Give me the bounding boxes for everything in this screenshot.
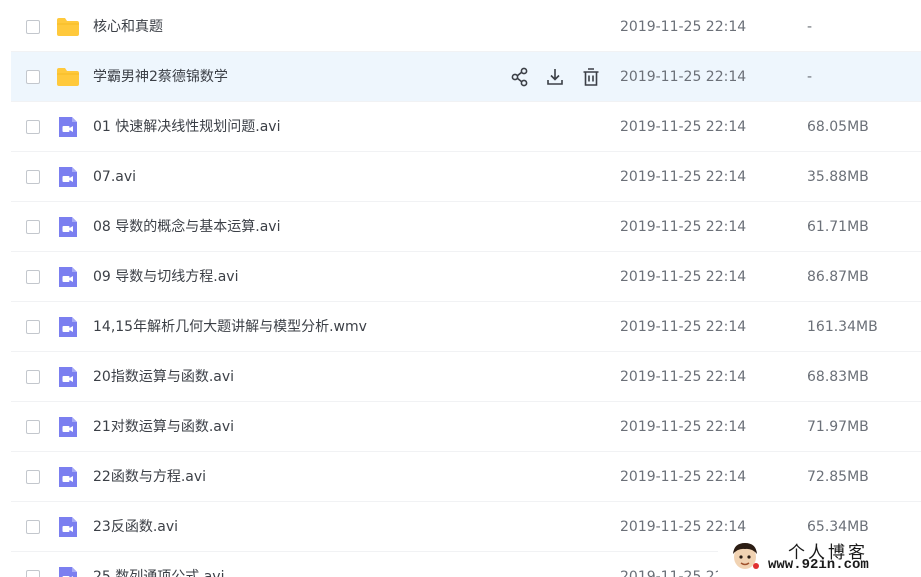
file-name[interactable]: 22函数与方程.avi — [93, 468, 206, 486]
file-size: - — [807, 19, 813, 35]
file-name[interactable]: 核心和真题 — [93, 18, 163, 36]
share-button[interactable] — [509, 66, 531, 88]
modified-date: 2019-11-25 22:14 — [620, 269, 747, 285]
file-size: 35.88MB — [807, 169, 869, 185]
file-size: 71.97MB — [807, 419, 869, 435]
file-size: 86.87MB — [807, 269, 869, 285]
row-checkbox[interactable] — [26, 420, 40, 434]
modified-date: 2019-11-25 22:14 — [620, 419, 747, 435]
row-checkbox[interactable] — [26, 120, 40, 134]
table-row[interactable]: 22函数与方程.avi 2019-11-25 22:14 72.85MB — [11, 452, 921, 502]
table-row[interactable]: 21对数运算与函数.avi 2019-11-25 22:14 71.97MB — [11, 402, 921, 452]
file-name[interactable]: 07.avi — [93, 168, 136, 186]
file-size: - — [807, 69, 813, 85]
modified-date: 2019-11-25 22:14 — [620, 169, 747, 185]
file-name[interactable]: 01 快速解决线性规划问题.avi — [93, 118, 280, 136]
table-row[interactable]: 20指数运算与函数.avi 2019-11-25 22:14 68.83MB — [11, 352, 921, 402]
modified-date: 2019-11-25 22:14 — [620, 519, 747, 535]
folder-icon — [56, 65, 80, 89]
row-checkbox[interactable] — [26, 320, 40, 334]
video-file-icon — [56, 465, 80, 489]
modified-date: 2019-11-25 22:14 — [620, 69, 747, 85]
delete-button[interactable] — [580, 66, 602, 88]
video-file-icon — [56, 165, 80, 189]
watermark: 个人博客 www.92in.com — [718, 536, 921, 577]
file-name[interactable]: 14,15年解析几何大题讲解与模型分析.wmv — [93, 318, 367, 336]
modified-date: 2019-11-25 22:14 — [620, 119, 747, 135]
file-name[interactable]: 21对数运算与函数.avi — [93, 418, 234, 436]
row-checkbox[interactable] — [26, 570, 40, 577]
row-checkbox[interactable] — [26, 170, 40, 184]
file-list: 核心和真题 2019-11-25 22:14 - 学霸男神2蔡德锦数学 2019-11-… — [0, 0, 921, 577]
table-row[interactable]: 09 导数与切线方程.avi 2019-11-25 22:14 86.87MB — [11, 252, 921, 302]
modified-date: 2019-11-25 22:14 — [620, 219, 747, 235]
video-file-icon — [56, 315, 80, 339]
video-file-icon — [56, 565, 80, 577]
file-size: 72.85MB — [807, 469, 869, 485]
file-name[interactable]: 学霸男神2蔡德锦数学 — [93, 68, 228, 86]
share-icon — [509, 66, 531, 88]
folder-icon — [56, 15, 80, 39]
download-icon — [544, 66, 566, 88]
file-name[interactable]: 25 数列通项公式.avi — [93, 568, 224, 577]
row-checkbox[interactable] — [26, 270, 40, 284]
video-file-icon — [56, 415, 80, 439]
file-size: 65.34MB — [807, 519, 869, 535]
file-size: 161.34MB — [807, 319, 878, 335]
watermark-url: www.92in.com — [768, 557, 869, 573]
download-button[interactable] — [544, 66, 566, 88]
modified-date: 2019-11-25 22:14 — [620, 19, 747, 35]
table-row[interactable]: 08 导数的概念与基本运算.avi 2019-11-25 22:14 61.71MB — [11, 202, 921, 252]
modified-date: 2019-11-25 22:14 — [620, 319, 747, 335]
delete-icon — [580, 66, 602, 88]
row-checkbox[interactable] — [26, 220, 40, 234]
file-name[interactable]: 20指数运算与函数.avi — [93, 368, 234, 386]
file-name[interactable]: 09 导数与切线方程.avi — [93, 268, 238, 286]
file-size: 68.05MB — [807, 119, 869, 135]
video-file-icon — [56, 515, 80, 539]
video-file-icon — [56, 365, 80, 389]
modified-date: 2019-11-25 22:14 — [620, 369, 747, 385]
table-row[interactable]: 14,15年解析几何大题讲解与模型分析.wmv 2019-11-25 22:14 1… — [11, 302, 921, 352]
video-file-icon — [56, 265, 80, 289]
file-name[interactable]: 08 导数的概念与基本运算.avi — [93, 218, 280, 236]
table-row[interactable]: 学霸男神2蔡德锦数学 2019-11-25 22:14 - — [11, 52, 921, 102]
watermark-avatar-icon — [730, 540, 760, 572]
file-size: 68.83MB — [807, 369, 869, 385]
table-row[interactable]: 核心和真题 2019-11-25 22:14 - — [11, 2, 921, 52]
file-size: 61.71MB — [807, 219, 869, 235]
table-row[interactable]: 07.avi 2019-11-25 22:14 35.88MB — [11, 152, 921, 202]
row-checkbox[interactable] — [26, 470, 40, 484]
table-row[interactable]: 01 快速解决线性规划问题.avi 2019-11-25 22:14 68.05MB — [11, 102, 921, 152]
video-file-icon — [56, 215, 80, 239]
file-name[interactable]: 23反函数.avi — [93, 518, 178, 536]
row-checkbox[interactable] — [26, 20, 40, 34]
row-checkbox[interactable] — [26, 370, 40, 384]
modified-date: 2019-11-25 22:14 — [620, 469, 747, 485]
video-file-icon — [56, 115, 80, 139]
row-checkbox[interactable] — [26, 520, 40, 534]
row-checkbox[interactable] — [26, 70, 40, 84]
